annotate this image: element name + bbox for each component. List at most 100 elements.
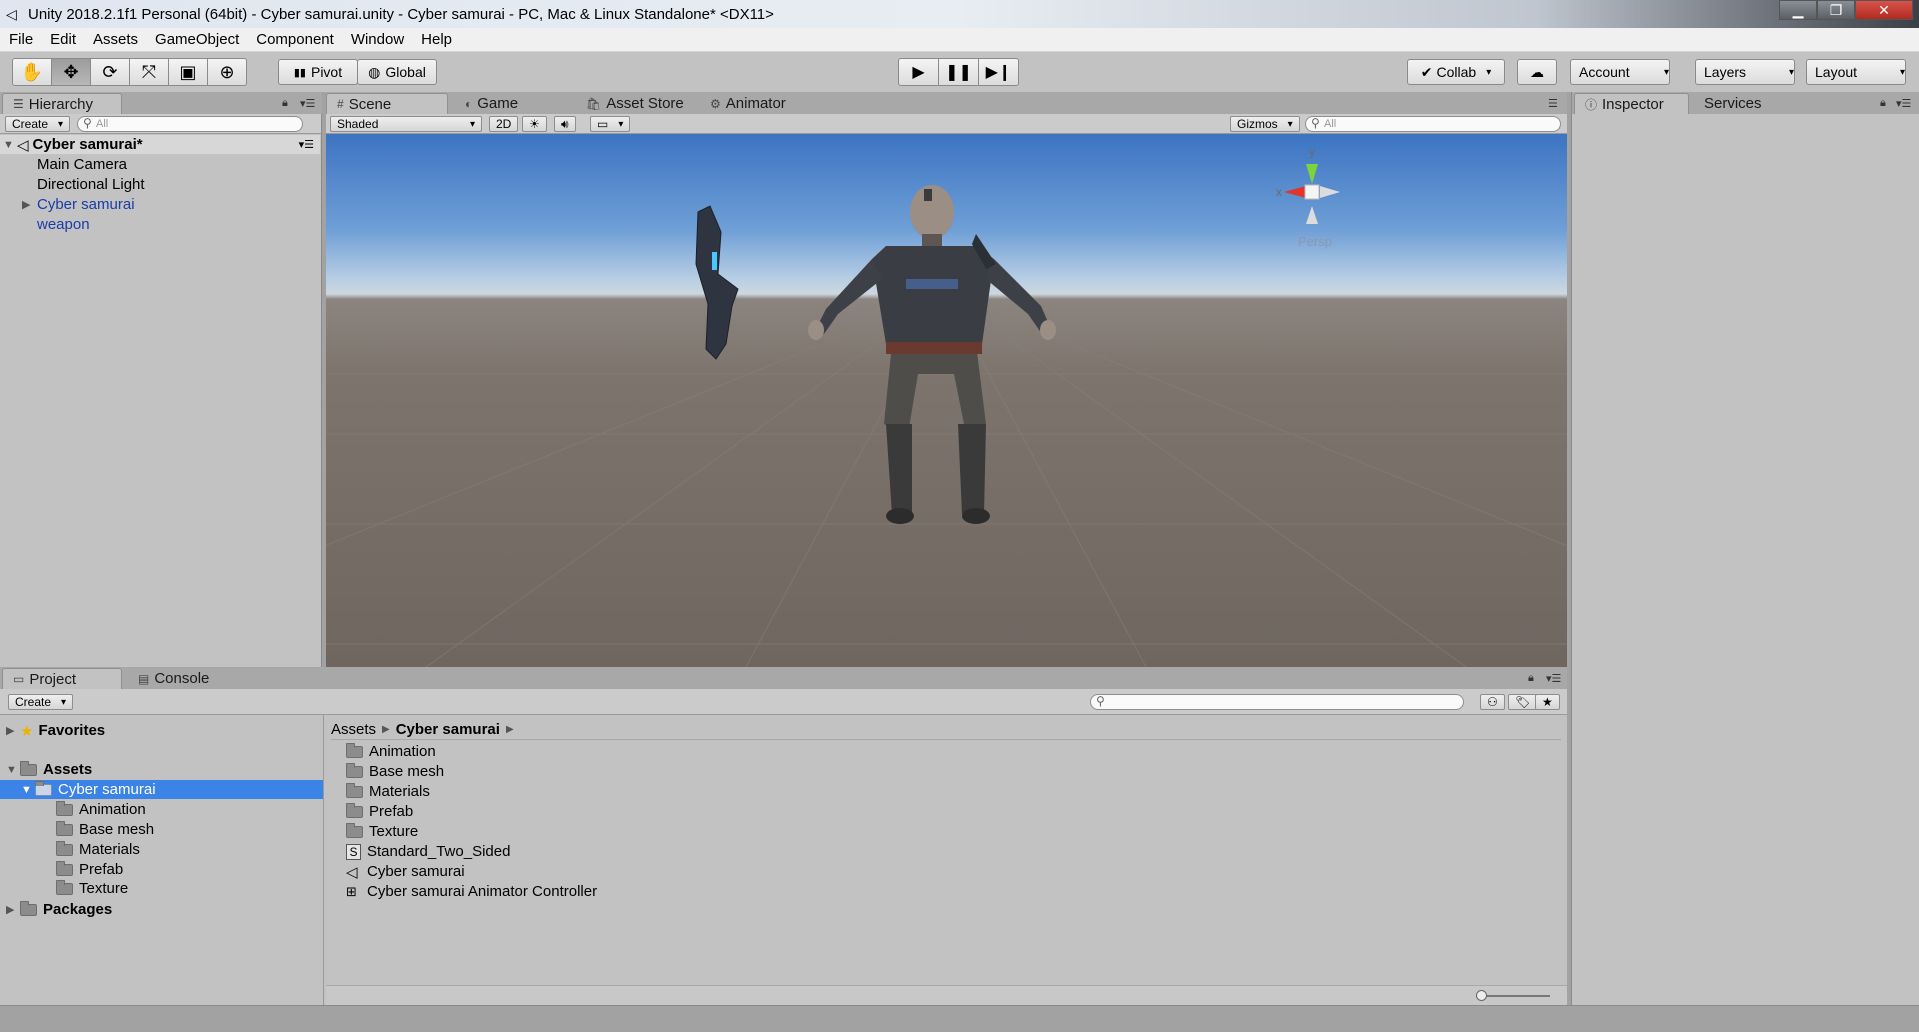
hierarchy-create-button[interactable]: Create: [5, 116, 71, 132]
minimize-button[interactable]: ▁: [1779, 0, 1817, 20]
lighting-toggle-icon[interactable]: ☀: [522, 116, 547, 132]
global-toggle[interactable]: ◍ Global: [357, 59, 437, 85]
close-button[interactable]: ✕: [1855, 0, 1913, 20]
panel-menu-icon[interactable]: ☰: [1548, 97, 1558, 110]
layout-dropdown[interactable]: Layout: [1806, 59, 1906, 85]
account-dropdown[interactable]: Account: [1570, 59, 1670, 85]
hierarchy-scene-row[interactable]: ▼ ◁ Cyber samurai* ▾☰: [0, 135, 320, 154]
cloud-button[interactable]: ☁: [1517, 59, 1557, 85]
tab-game[interactable]: ◐ Game: [455, 93, 528, 114]
project-create-button[interactable]: Create: [8, 694, 74, 710]
panel-menu-icon[interactable]: ▾☰: [1546, 672, 1561, 685]
expand-arrow-icon[interactable]: ▼: [3, 139, 17, 151]
file-item[interactable]: ⊞ Cyber samurai Animator Controller: [346, 882, 597, 901]
effects-dropdown-icon[interactable]: ▭: [590, 116, 631, 132]
menu-assets[interactable]: Assets: [84, 31, 146, 48]
panel-menu-icon[interactable]: ▾☰: [1896, 97, 1911, 110]
collab-label: Collab: [1436, 64, 1477, 80]
menu-component[interactable]: Component: [247, 31, 342, 48]
hierarchy-search-input[interactable]: All: [77, 116, 303, 132]
scene-render[interactable]: y x Persp: [326, 134, 1567, 667]
gizmos-dropdown[interactable]: Gizmos: [1230, 116, 1300, 132]
shader-icon: S: [346, 843, 361, 860]
maximize-button[interactable]: ❐: [1817, 0, 1855, 20]
transform-tool-icon[interactable]: ⊕: [207, 58, 247, 86]
tab-inspector[interactable]: ⓘ Inspector: [1574, 93, 1689, 114]
tree-item-materials[interactable]: Materials: [56, 840, 140, 859]
audio-toggle-icon[interactable]: 🔊︎: [554, 116, 576, 132]
expand-arrow-icon[interactable]: ▼: [21, 784, 35, 796]
orientation-gizmo[interactable]: y x Persp: [1276, 145, 1340, 249]
panel-menu-icon[interactable]: ▾☰: [300, 97, 315, 110]
file-item[interactable]: Animation: [346, 742, 436, 761]
icon-size-slider-thumb[interactable]: [1476, 990, 1487, 1001]
hand-tool-icon[interactable]: ✋: [12, 58, 52, 86]
project-search-input[interactable]: [1090, 694, 1464, 710]
tab-animator[interactable]: ⚙ Animator: [700, 93, 796, 114]
play-button[interactable]: ▶: [898, 58, 939, 86]
weapon-model[interactable]: [695, 205, 739, 360]
hierarchy-item-weapon[interactable]: weapon: [37, 215, 90, 234]
tab-services[interactable]: Services: [1694, 93, 1772, 114]
file-item[interactable]: S Standard_Two_Sided: [346, 842, 510, 861]
menu-window[interactable]: Window: [342, 31, 412, 48]
tree-item-animation[interactable]: Animation: [56, 800, 146, 819]
scale-tool-icon[interactable]: ⤧: [129, 58, 169, 86]
tree-item-prefab[interactable]: Prefab: [56, 860, 123, 879]
expand-arrow-icon[interactable]: ▶: [22, 198, 37, 211]
filter-by-label-icon[interactable]: 🏷︎: [1508, 694, 1538, 710]
rect-tool-icon[interactable]: ▣: [168, 58, 208, 86]
file-item[interactable]: ◁ Cyber samurai: [346, 862, 465, 881]
menu-gameobject[interactable]: GameObject: [146, 31, 247, 48]
tree-item-cyber-samurai[interactable]: ▼ Cyber samurai: [0, 780, 323, 799]
collab-dropdown[interactable]: ✔ Collab: [1407, 59, 1505, 85]
expand-arrow-icon[interactable]: ▶: [6, 724, 20, 737]
expand-arrow-icon[interactable]: ▶: [6, 903, 20, 916]
gizmo-persp-label[interactable]: Persp: [1298, 234, 1332, 249]
toggle-2d-button[interactable]: 2D: [489, 116, 519, 132]
layers-dropdown[interactable]: Layers: [1695, 59, 1795, 85]
favorite-star-icon[interactable]: ★: [1535, 694, 1560, 710]
tab-scene[interactable]: # Scene: [326, 93, 448, 114]
step-button[interactable]: ▶❙: [978, 58, 1019, 86]
unity-scene-icon: ◁: [346, 863, 358, 881]
file-item[interactable]: Texture: [346, 822, 418, 841]
pivot-toggle[interactable]: ▮▮ Pivot: [278, 59, 358, 85]
lock-icon[interactable]: 🔒︎: [282, 97, 288, 110]
scene-search-input[interactable]: All: [1305, 116, 1561, 132]
filter-by-type-icon[interactable]: ⚇: [1480, 694, 1505, 710]
menu-edit[interactable]: Edit: [41, 31, 84, 48]
breadcrumb-item[interactable]: Assets: [331, 721, 376, 738]
lock-icon[interactable]: 🔒︎: [1528, 672, 1534, 685]
gizmo-y-label: y: [1309, 145, 1315, 159]
file-item[interactable]: Prefab: [346, 802, 413, 821]
scene-viewport[interactable]: y x Persp: [326, 134, 1567, 667]
tree-item-assets[interactable]: ▼ Assets: [6, 760, 92, 779]
icon-size-slider[interactable]: [1480, 995, 1550, 997]
scene-menu-icon[interactable]: ▾☰: [299, 138, 314, 151]
pause-button[interactable]: ❚❚: [938, 58, 979, 86]
rotate-tool-icon[interactable]: ⟳: [90, 58, 130, 86]
tab-asset-store[interactable]: 🛍︎ Asset Store: [576, 93, 694, 114]
hierarchy-item-cyber-samurai[interactable]: ▶ Cyber samurai: [22, 195, 135, 214]
breadcrumb-item[interactable]: Cyber samurai: [396, 721, 500, 738]
inspector-tabbar: ⓘ Inspector Services 🔒︎ ▾☰: [1572, 92, 1919, 114]
tab-project[interactable]: ▭ Project: [2, 668, 122, 689]
tab-hierarchy[interactable]: ☰ Hierarchy: [2, 93, 122, 114]
hierarchy-item-main-camera[interactable]: Main Camera: [37, 155, 127, 174]
menu-help[interactable]: Help: [412, 31, 460, 48]
lock-icon[interactable]: 🔒︎: [1880, 97, 1886, 110]
tree-item-base-mesh[interactable]: Base mesh: [56, 820, 154, 839]
tab-console[interactable]: ▤ Console: [128, 668, 219, 689]
cyber-samurai-model[interactable]: [808, 185, 1056, 524]
expand-arrow-icon[interactable]: ▼: [6, 764, 20, 776]
move-tool-icon[interactable]: ✥: [51, 58, 91, 86]
tree-item-favorites[interactable]: ▶ ★ Favorites: [6, 721, 105, 740]
menu-file[interactable]: File: [0, 31, 41, 48]
tree-item-packages[interactable]: ▶ Packages: [6, 900, 112, 919]
file-item[interactable]: Base mesh: [346, 762, 444, 781]
file-item[interactable]: Materials: [346, 782, 430, 801]
hierarchy-item-directional-light[interactable]: Directional Light: [37, 175, 145, 194]
tree-item-texture[interactable]: Texture: [56, 879, 128, 898]
shading-mode-dropdown[interactable]: Shaded: [330, 116, 482, 132]
